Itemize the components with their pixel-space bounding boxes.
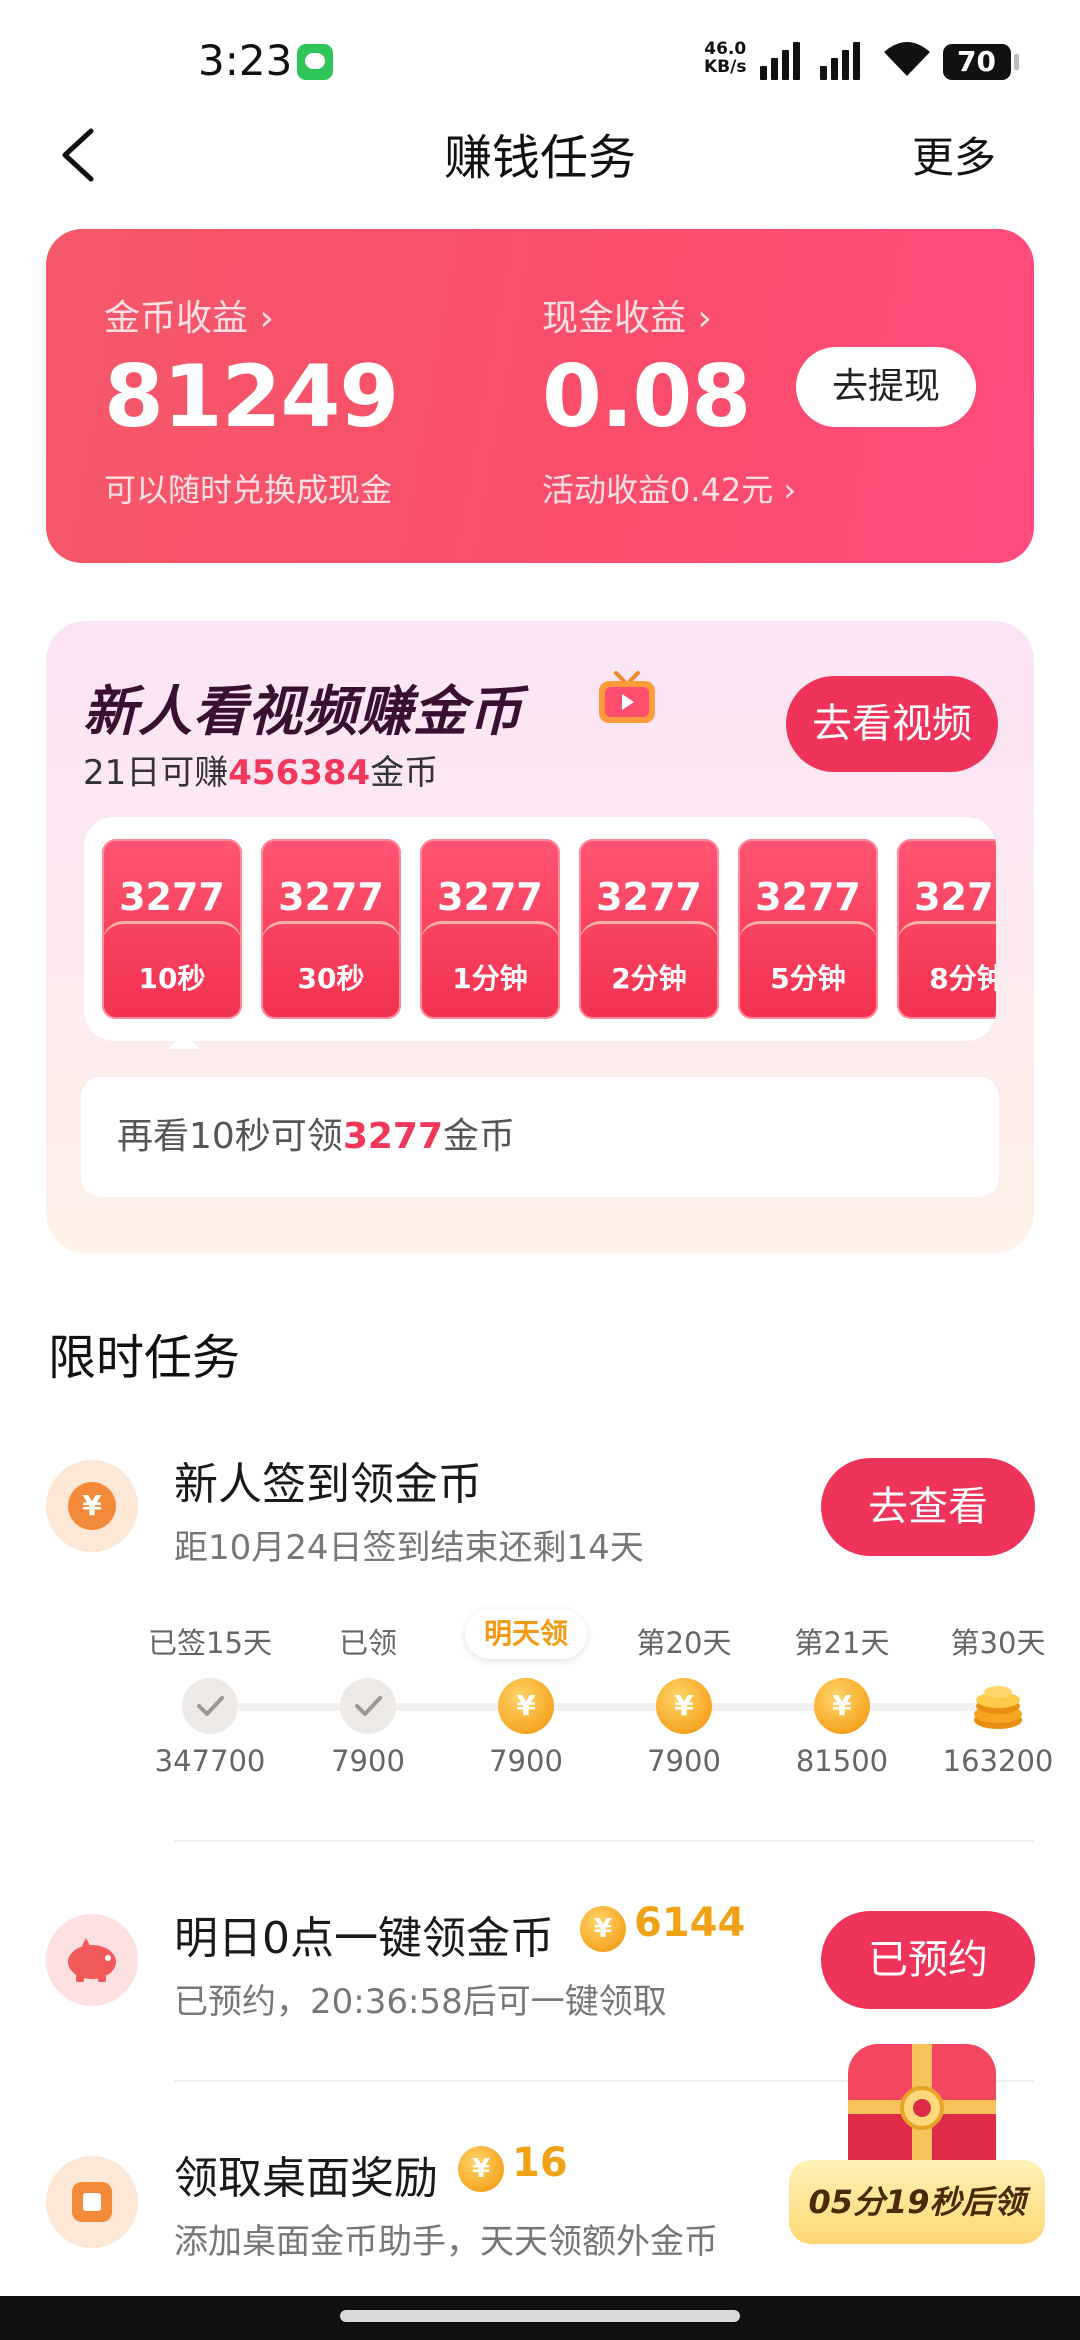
battery-icon: 70 bbox=[943, 44, 1019, 80]
reserved-button[interactable]: 已预约 bbox=[821, 1911, 1035, 2009]
signal-icon-2 bbox=[820, 40, 870, 80]
desktop-task-subtitle: 添加桌面金币助手，天天领额外金币 bbox=[174, 2222, 718, 2262]
limited-tasks-heading: 限时任务 bbox=[48, 1330, 241, 1386]
day-label: 第21天 bbox=[794, 1626, 890, 1660]
home-indicator[interactable] bbox=[340, 2310, 740, 2322]
day-amount: 7900 bbox=[331, 1744, 405, 1778]
view-checkin-button[interactable]: 去查看 bbox=[821, 1458, 1035, 1556]
video-task-amount: 456384 bbox=[228, 753, 371, 793]
day-amount: 7900 bbox=[489, 1744, 563, 1778]
reward-tile[interactable]: 3277 30秒 bbox=[261, 839, 401, 1019]
coin-icon: ¥ bbox=[814, 1678, 870, 1734]
earnings-card: 金币收益 › 81249 可以随时兑换成现金 现金收益 › 0.08 活动收益0… bbox=[46, 229, 1034, 563]
timeline-track bbox=[208, 1703, 998, 1711]
coin-earnings-label[interactable]: 金币收益 › bbox=[104, 289, 274, 341]
reward-tile-strip[interactable]: 3277 10秒 3277 30秒 3277 1分钟 3277 2分钟 3277… bbox=[84, 817, 996, 1041]
tomorrow-claim-badge: 明天领 bbox=[465, 1609, 587, 1659]
checkin-task-subtitle: 距10月24日签到结束还剩14天 bbox=[174, 1528, 644, 1568]
desktop-task-title: 领取桌面奖励 bbox=[174, 2153, 438, 2204]
chest-countdown[interactable]: 05分19秒后领 bbox=[789, 2160, 1045, 2244]
coin-icon: ¥ bbox=[498, 1678, 554, 1734]
coin-earnings-sub: 可以随时兑换成现金 bbox=[104, 471, 393, 509]
coin-icon: ¥ bbox=[458, 2146, 504, 2192]
app-square-icon bbox=[72, 2182, 112, 2222]
wifi-icon bbox=[884, 42, 930, 76]
activity-earnings-link[interactable]: 活动收益0.42元 › bbox=[542, 465, 796, 511]
day-label: 已签15天 bbox=[148, 1626, 272, 1660]
day-label: 第20天 bbox=[636, 1626, 732, 1660]
coin-icon: ¥ bbox=[580, 1906, 626, 1952]
day-amount: 81500 bbox=[795, 1744, 889, 1778]
day-amount: 7900 bbox=[647, 1744, 721, 1778]
yuan-coin-icon: ¥ bbox=[68, 1482, 116, 1530]
day-label: 第30天 bbox=[950, 1626, 1046, 1660]
coin-earnings-value: 81249 bbox=[104, 347, 399, 447]
video-task-subtitle: 21日可赚456384金币 bbox=[83, 753, 439, 793]
checkin-task-title: 新人签到领金币 bbox=[174, 1459, 482, 1510]
divider bbox=[174, 1840, 1034, 1842]
day-amount: 163200 bbox=[942, 1744, 1054, 1778]
signal-icon bbox=[760, 40, 810, 80]
reward-tile[interactable]: 3277 10秒 bbox=[102, 839, 242, 1019]
status-time: 3:23 bbox=[198, 36, 293, 85]
video-hint: 再看10秒可领3277金币 bbox=[81, 1077, 999, 1197]
watch-video-button[interactable]: 去看视频 bbox=[786, 676, 998, 772]
tv-icon bbox=[599, 671, 655, 723]
coin-stack-icon bbox=[974, 1686, 1022, 1729]
one-click-task-title: 明日0点一键领金币 bbox=[174, 1913, 554, 1964]
checkin-timeline: 已签15天 347700 已领 7900 ¥ 7900 第20天 ¥ 7900 … bbox=[148, 1620, 1053, 1780]
video-task-card: 新人看视频赚金币 21日可赚456384金币 去看视频 3277 10秒 327… bbox=[46, 621, 1034, 1253]
check-icon bbox=[182, 1678, 238, 1734]
hint-pointer bbox=[168, 1033, 200, 1049]
cash-earnings-value: 0.08 bbox=[542, 347, 751, 447]
reward-tile[interactable]: 3277 8分钟 bbox=[897, 839, 996, 1019]
message-app-icon bbox=[297, 44, 333, 80]
withdraw-button[interactable]: 去提现 bbox=[796, 347, 976, 427]
check-icon bbox=[340, 1678, 396, 1734]
cash-earnings-label[interactable]: 现金收益 › bbox=[542, 289, 712, 341]
one-click-coin-amount: 6144 bbox=[634, 1900, 746, 1946]
one-click-task-subtitle: 已预约，20:36:58后可一键领取 bbox=[174, 1982, 667, 2022]
reward-tile[interactable]: 3277 2分钟 bbox=[579, 839, 719, 1019]
network-speed: 46.0 KB/s bbox=[704, 39, 747, 77]
desktop-coin-amount: 16 bbox=[512, 2140, 568, 2186]
day-amount: 347700 bbox=[154, 1744, 266, 1778]
checkin-task-icon: ¥ bbox=[46, 1460, 138, 1552]
coin-icon: ¥ bbox=[656, 1678, 712, 1734]
status-bar: 3:23 46.0 KB/s 70 bbox=[0, 0, 1080, 125]
more-button[interactable]: 更多 bbox=[912, 124, 996, 185]
day-label: 已领 bbox=[338, 1626, 397, 1660]
reward-tile[interactable]: 3277 1分钟 bbox=[420, 839, 560, 1019]
desktop-task-icon bbox=[46, 2156, 138, 2248]
piggy-task-icon bbox=[46, 1914, 138, 2006]
reward-tile[interactable]: 3277 5分钟 bbox=[738, 839, 878, 1019]
piggy-bank-icon bbox=[68, 1938, 116, 1982]
video-task-title: 新人看视频赚金币 bbox=[83, 680, 523, 743]
